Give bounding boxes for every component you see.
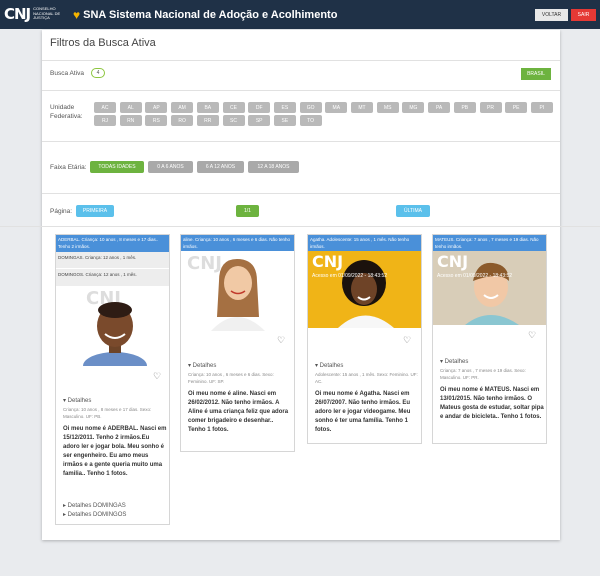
detalhes-toggle[interactable]: ▾ Detalhes (440, 358, 468, 365)
page-indicator: 1/1 (236, 205, 259, 217)
cnj-logo[interactable]: CNJ CONSELHO NACIONAL DE JUSTIÇA (4, 5, 61, 23)
faixa-etaria-label: Faixa Etária: (50, 164, 87, 171)
age-filter-6-12[interactable]: 6 A 12 ANOS (197, 161, 244, 173)
uf-button[interactable]: GO (299, 102, 322, 113)
sibling-domingos[interactable]: DOMINGOS. Criança: 12 anos , 1 mês. (56, 269, 169, 286)
child-story: Oi meu nome é ADERBAL. Nasci em 15/12/20… (63, 426, 167, 477)
child-story: Oi meu nome é aline. Nasci em 26/02/2012… (188, 391, 289, 433)
child-meta: Criança: 10 anos , 8 meses e 17 dias. Se… (63, 407, 152, 419)
sair-button[interactable]: SAIR (571, 9, 596, 21)
favorite-heart-icon[interactable]: ♡ (277, 335, 285, 346)
uf-button[interactable]: SC (222, 115, 245, 126)
child-story: Oi meu nome é Agatha. Nasci em 26/07/200… (315, 391, 411, 433)
acesso-timestamp: Acesso em 01/09/2022 - 18:43:52 (437, 273, 513, 279)
child-card: aline. Criança: 10 anos , 6 meses e 6 di… (180, 234, 295, 452)
divider (42, 90, 560, 91)
voltar-button[interactable]: VOLTAR (535, 9, 568, 21)
detalhes-toggle[interactable]: ▾ Detalhes (63, 397, 91, 404)
acesso-timestamp: Acesso em 01/09/2022 - 18:43:52 (312, 273, 388, 279)
uf-button[interactable]: BA (196, 102, 219, 113)
uf-button[interactable]: MA (325, 102, 348, 113)
child-photo: CNJ Acesso em 01/09/2022 - 18:43:52 (433, 251, 546, 325)
divider (42, 193, 560, 194)
uf-button[interactable]: MT (351, 102, 373, 113)
cnj-logo-mark: CNJ (4, 5, 31, 23)
pagina-label: Página: (50, 208, 73, 215)
top-bar: CNJ CONSELHO NACIONAL DE JUSTIÇA ♥ SNA S… (0, 0, 600, 29)
uf-button[interactable]: RJ (94, 115, 116, 126)
uf-button[interactable]: PE (505, 102, 528, 113)
sna-brand: ♥ SNA Sistema Nacional de Adoção e Acolh… (73, 8, 337, 22)
heart-icon: ♥ (73, 8, 81, 22)
filters-title: Filtros da Busca Ativa (50, 37, 156, 49)
uf-button[interactable]: TO (299, 115, 322, 126)
sibling-domingas[interactable]: DOMINGAS. Criança: 12 anos , 1 mês. (56, 252, 169, 269)
uf-button[interactable]: CE (222, 102, 245, 113)
favorite-heart-icon[interactable]: ♡ (153, 371, 161, 382)
favorite-heart-icon[interactable]: ♡ (403, 335, 411, 346)
divider (42, 141, 560, 142)
uf-button[interactable]: PI (530, 102, 553, 113)
brasil-button[interactable]: BRASIL (521, 68, 551, 80)
uf-button[interactable]: RS (145, 115, 168, 126)
busca-count-badge: 4 (91, 68, 105, 78)
uf-button[interactable]: MS (376, 102, 399, 113)
child-card: MATEUS. Criança: 7 anos , 7 meses e 19 d… (432, 234, 547, 444)
child-meta: Adolescente: 15 anos , 1 mês. Sexo: Femi… (315, 372, 418, 384)
uf-button[interactable]: AM (171, 102, 194, 113)
card-header[interactable]: MATEUS. Criança: 7 anos , 7 meses e 19 d… (433, 235, 546, 251)
child-card: Agatha. Adolescente: 15 anos , 1 mês. Nã… (307, 234, 422, 444)
uf-button[interactable]: RO (171, 115, 194, 126)
age-filter-0-6[interactable]: 0 A 6 ANOS (148, 161, 193, 173)
divider (42, 60, 560, 61)
age-filter-todas[interactable]: TODAS IDADES (90, 161, 144, 173)
app-title: SNA Sistema Nacional de Adoção e Acolhim… (83, 9, 338, 21)
detalhes-domingos[interactable]: ▸ Detalhes DOMINGOS (63, 511, 126, 518)
busca-ativa-label: Busca Ativa (50, 70, 84, 77)
uf-label: Unidade Federativa: (50, 104, 83, 120)
cnj-watermark: CNJ (437, 252, 469, 271)
last-page-button[interactable]: ÚLTIMA (396, 205, 430, 217)
child-story: Oi meu nome é MATEUS. Nasci em 13/01/201… (440, 387, 544, 420)
child-meta: Criança: 10 anos , 6 meses e 6 dias. Sex… (188, 372, 274, 384)
favorite-heart-icon[interactable]: ♡ (528, 330, 536, 341)
detalhes-toggle[interactable]: ▾ Detalhes (315, 362, 343, 369)
cnj-watermark: CNJ (312, 252, 344, 271)
age-filter-12-18[interactable]: 12 A 18 ANOS (248, 161, 299, 173)
card-header[interactable]: aline. Criança: 10 anos , 6 meses e 6 di… (181, 235, 294, 251)
uf-button[interactable]: SP (248, 115, 271, 126)
uf-button[interactable]: DF (248, 102, 271, 113)
child-photo: CNJ (181, 251, 294, 331)
first-page-button[interactable]: PRIMEIRA (76, 205, 114, 217)
uf-button[interactable]: ES (273, 102, 296, 113)
card-header[interactable]: ADERBAL. Criança: 10 anos , 8 meses e 17… (56, 235, 169, 252)
boy-photo (83, 302, 147, 366)
child-photo: CNJ (56, 286, 169, 366)
detalhes-domingas[interactable]: ▸ Detalhes DOMINGAS (63, 502, 126, 509)
uf-button[interactable]: RN (119, 115, 142, 126)
uf-button[interactable]: PA (428, 102, 451, 113)
uf-button[interactable]: RR (196, 115, 219, 126)
girl-photo (211, 259, 265, 331)
child-photo: CNJ Acesso em 01/09/2022 - 18:43:52 (308, 251, 421, 328)
detalhes-toggle[interactable]: ▾ Detalhes (188, 362, 216, 369)
uf-button[interactable]: AC (94, 102, 116, 113)
child-meta: Criança: 7 anos , 7 meses e 19 dias. Sex… (440, 368, 526, 380)
child-card: ADERBAL. Criança: 10 anos , 8 meses e 17… (55, 234, 170, 525)
uf-button[interactable]: PB (453, 102, 476, 113)
divider (0, 226, 600, 227)
uf-button[interactable]: AP (145, 102, 168, 113)
card-header[interactable]: Agatha. Adolescente: 15 anos , 1 mês. Nã… (308, 235, 421, 251)
uf-button[interactable]: PR (479, 102, 502, 113)
cnj-logo-subtitle: CONSELHO NACIONAL DE JUSTIÇA (33, 6, 61, 21)
uf-button[interactable]: AL (119, 102, 142, 113)
uf-button[interactable]: MG (402, 102, 425, 113)
uf-button[interactable]: SE (273, 115, 296, 126)
